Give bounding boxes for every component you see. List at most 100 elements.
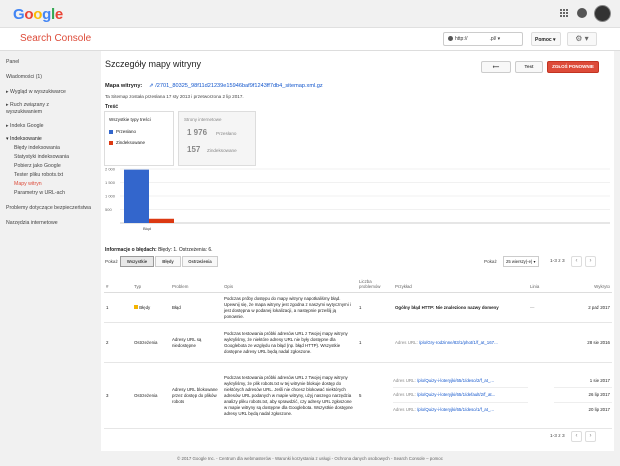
next-page-icon[interactable]: ›	[585, 256, 596, 267]
sidebar-item-panel[interactable]: Panel	[0, 59, 101, 66]
gear-icon[interactable]: ⚙ ▾	[567, 32, 597, 46]
col-type[interactable]: Typ	[132, 276, 170, 293]
logo-letter: o	[24, 6, 34, 23]
apps-grid-icon[interactable]	[560, 9, 569, 18]
row-date: 2 paź 2017	[554, 292, 612, 323]
prev-page-icon[interactable]: ‹	[571, 431, 582, 442]
main-panel: Szczegóły mapy witryny ⟵ Test ZGŁOŚ PONO…	[101, 51, 614, 451]
row-example-list: Adres URL: /plo/Quizy-i-loteryjki/65/1/d…	[393, 362, 528, 429]
row-description: Podczas testowania próbki adresów URL z …	[222, 362, 357, 429]
example-link[interactable]: /plo/Quizy-i-loteryjki/65/1/deso/2/f_at_…	[417, 378, 494, 383]
example-prefix: Adres URL:	[393, 377, 416, 383]
y-tick-label: 2 000	[105, 167, 116, 172]
example-link[interactable]: /plo/Gry-rodzinne/83/1/phot/1/f_at_167..…	[419, 340, 498, 345]
legend-swatch	[109, 129, 113, 134]
google-topbar: Google	[0, 0, 620, 28]
sidebar-item-robots-tester[interactable]: Tester pliku robots.txt	[0, 172, 101, 179]
row-type: Błędy	[132, 292, 170, 323]
col-count[interactable]: Liczba problemów	[357, 276, 393, 293]
sidebar-item-messages[interactable]: Wiadomości (1)	[0, 74, 101, 81]
site-selector[interactable]: http://.pl/ ▾	[443, 32, 523, 46]
row-count: 1	[357, 292, 393, 323]
legend-swatch	[109, 140, 113, 145]
example-prefix: Adres URL:	[393, 392, 416, 398]
logo-letter: g	[42, 6, 51, 23]
example-url-item: Adres URL: /plo/Quizy-i-loteryjki/65/1/d…	[393, 374, 528, 389]
row-problem: Adresy URL blokowane przez dostęp do pli…	[170, 362, 222, 429]
notifications-icon[interactable]	[577, 8, 587, 18]
sidebar-item-sitemaps[interactable]: Mapy witryn	[0, 181, 101, 188]
web-pages-header: Strony internetowe	[184, 117, 222, 122]
logo-letter: o	[33, 6, 43, 23]
rows-per-page-select[interactable]: 25 wierszy(-e) ▾	[503, 256, 539, 267]
page-title: Szczegóły mapy witryny	[105, 59, 202, 69]
row-problem: Błąd	[170, 292, 222, 323]
y-tick-label: 1 000	[105, 194, 116, 199]
table-row[interactable]: 3 Ostrzeżenia Adresy URL blokowane przez…	[104, 362, 612, 429]
table-row[interactable]: 1 Błędy Błąd Podczas próby dostępu do ma…	[104, 292, 612, 323]
google-logo[interactable]: Google	[13, 6, 63, 23]
legend-indexed: Zindeksowane	[109, 140, 145, 145]
avatar[interactable]	[594, 5, 611, 22]
search-console-bar: Search Console http://.pl/ ▾ Pomoc ▾ ⚙ ▾	[0, 28, 620, 51]
content-types-panel[interactable]: Wszystkie typy treści Przesłano Zindekso…	[104, 111, 174, 166]
sitemap-link[interactable]: ⇗ /2701_80325_98f11d21239e15946baf9f1243…	[149, 83, 323, 89]
sidebar: Panel Wiadomości (1) ▸ Wygląd w wyszukiw…	[0, 51, 101, 451]
errors-table: # Typ Problem Opis Liczba problemów Przy…	[104, 276, 612, 429]
tab-errors[interactable]: Błędy	[155, 256, 181, 267]
row-example: Ogólny błąd HTTP: Nie znaleziono nazwy d…	[393, 292, 528, 323]
prev-page-icon[interactable]: ‹	[571, 256, 582, 267]
bar-indexed	[149, 218, 174, 223]
row-number: 2	[104, 322, 132, 363]
example-link[interactable]: /plo/Quizy-i-loteryjki/65/1/deso/1/f_at_…	[417, 407, 494, 412]
sidebar-item-google-index[interactable]: ▸ Indeks Google	[0, 123, 101, 130]
legend-indexed-label: Zindeksowane	[116, 140, 146, 145]
sidebar-item-fetch-as-google[interactable]: Pobierz jako Google	[0, 163, 101, 170]
row-count: 1	[357, 322, 393, 363]
sidebar-item-web-tools[interactable]: Narzędzia internetowe	[0, 220, 101, 227]
logo-letter: e	[54, 6, 63, 23]
resubmit-button[interactable]: ZGŁOŚ PONOWNIE	[547, 61, 599, 73]
rows-label: Pokaż	[484, 259, 497, 264]
col-description[interactable]: Opis	[222, 276, 357, 293]
next-page-icon[interactable]: ›	[585, 431, 596, 442]
help-button[interactable]: Pomoc ▾	[531, 32, 561, 46]
errors-title: Informacje o błędach:	[105, 247, 157, 253]
col-number[interactable]: #	[104, 276, 132, 293]
col-example[interactable]: Przykład	[393, 276, 528, 293]
row-type: Ostrzeżenia	[132, 322, 170, 363]
sidebar-item-crawl[interactable]: ▾ Indeksowanie	[0, 136, 101, 143]
table-header-row: # Typ Problem Opis Liczba problemów Przy…	[104, 276, 612, 293]
col-problem[interactable]: Problem	[170, 276, 222, 293]
example-prefix: Adres URL:	[395, 339, 418, 345]
back-button[interactable]: ⟵	[481, 61, 511, 73]
tab-warnings[interactable]: Ostrzeżenia	[182, 256, 218, 267]
site-favicon-icon	[448, 36, 453, 42]
search-console-title[interactable]: Search Console	[20, 33, 91, 44]
logo-letter: G	[13, 6, 25, 23]
row-number: 1	[104, 292, 132, 323]
row-date: 1 sie 2017	[554, 374, 612, 389]
sidebar-item-security[interactable]: Problemy dotyczące bezpieczeństwa	[0, 205, 101, 212]
row-number: 3	[104, 362, 132, 429]
sidebar-item-crawl-errors[interactable]: Błędy indeksowania	[0, 145, 101, 152]
table-row[interactable]: 2 Ostrzeżenia Adresy URL są niedostępne …	[104, 322, 612, 363]
col-line[interactable]: Linia	[528, 276, 554, 293]
row-type: Ostrzeżenia	[132, 362, 170, 429]
sidebar-item-search-traffic-2[interactable]: wyszukiwaniem	[0, 109, 101, 116]
pager-text-bottom: 1-3 z 3	[550, 434, 565, 439]
example-link[interactable]: /plo/Quizy-i-loteryjki/65/1/default/2/f_…	[417, 392, 495, 397]
sidebar-item-search-appearance[interactable]: ▸ Wygląd w wyszukiwarce	[0, 89, 101, 96]
sidebar-item-url-parameters[interactable]: Parametry w URL-ach	[0, 190, 101, 197]
sidebar-item-crawl-stats[interactable]: Statystyki indeksowania	[0, 154, 101, 161]
web-pages-panel[interactable]: Strony internetowe 1 976 Przesłano 157 Z…	[178, 111, 256, 166]
indexed-count: 157	[187, 145, 201, 154]
row-description: Podczas testowania próbki adresów URL z …	[222, 322, 357, 363]
tab-all[interactable]: Wszystkie	[120, 256, 154, 267]
test-button[interactable]: Test	[515, 61, 543, 73]
sidebar-item-search-traffic[interactable]: ▸ Ruch związany z	[0, 102, 101, 109]
row-line	[528, 362, 554, 429]
content-label: Treść	[105, 104, 119, 110]
site-value: http://	[455, 36, 468, 42]
col-detected[interactable]: Wykryto	[554, 276, 612, 293]
